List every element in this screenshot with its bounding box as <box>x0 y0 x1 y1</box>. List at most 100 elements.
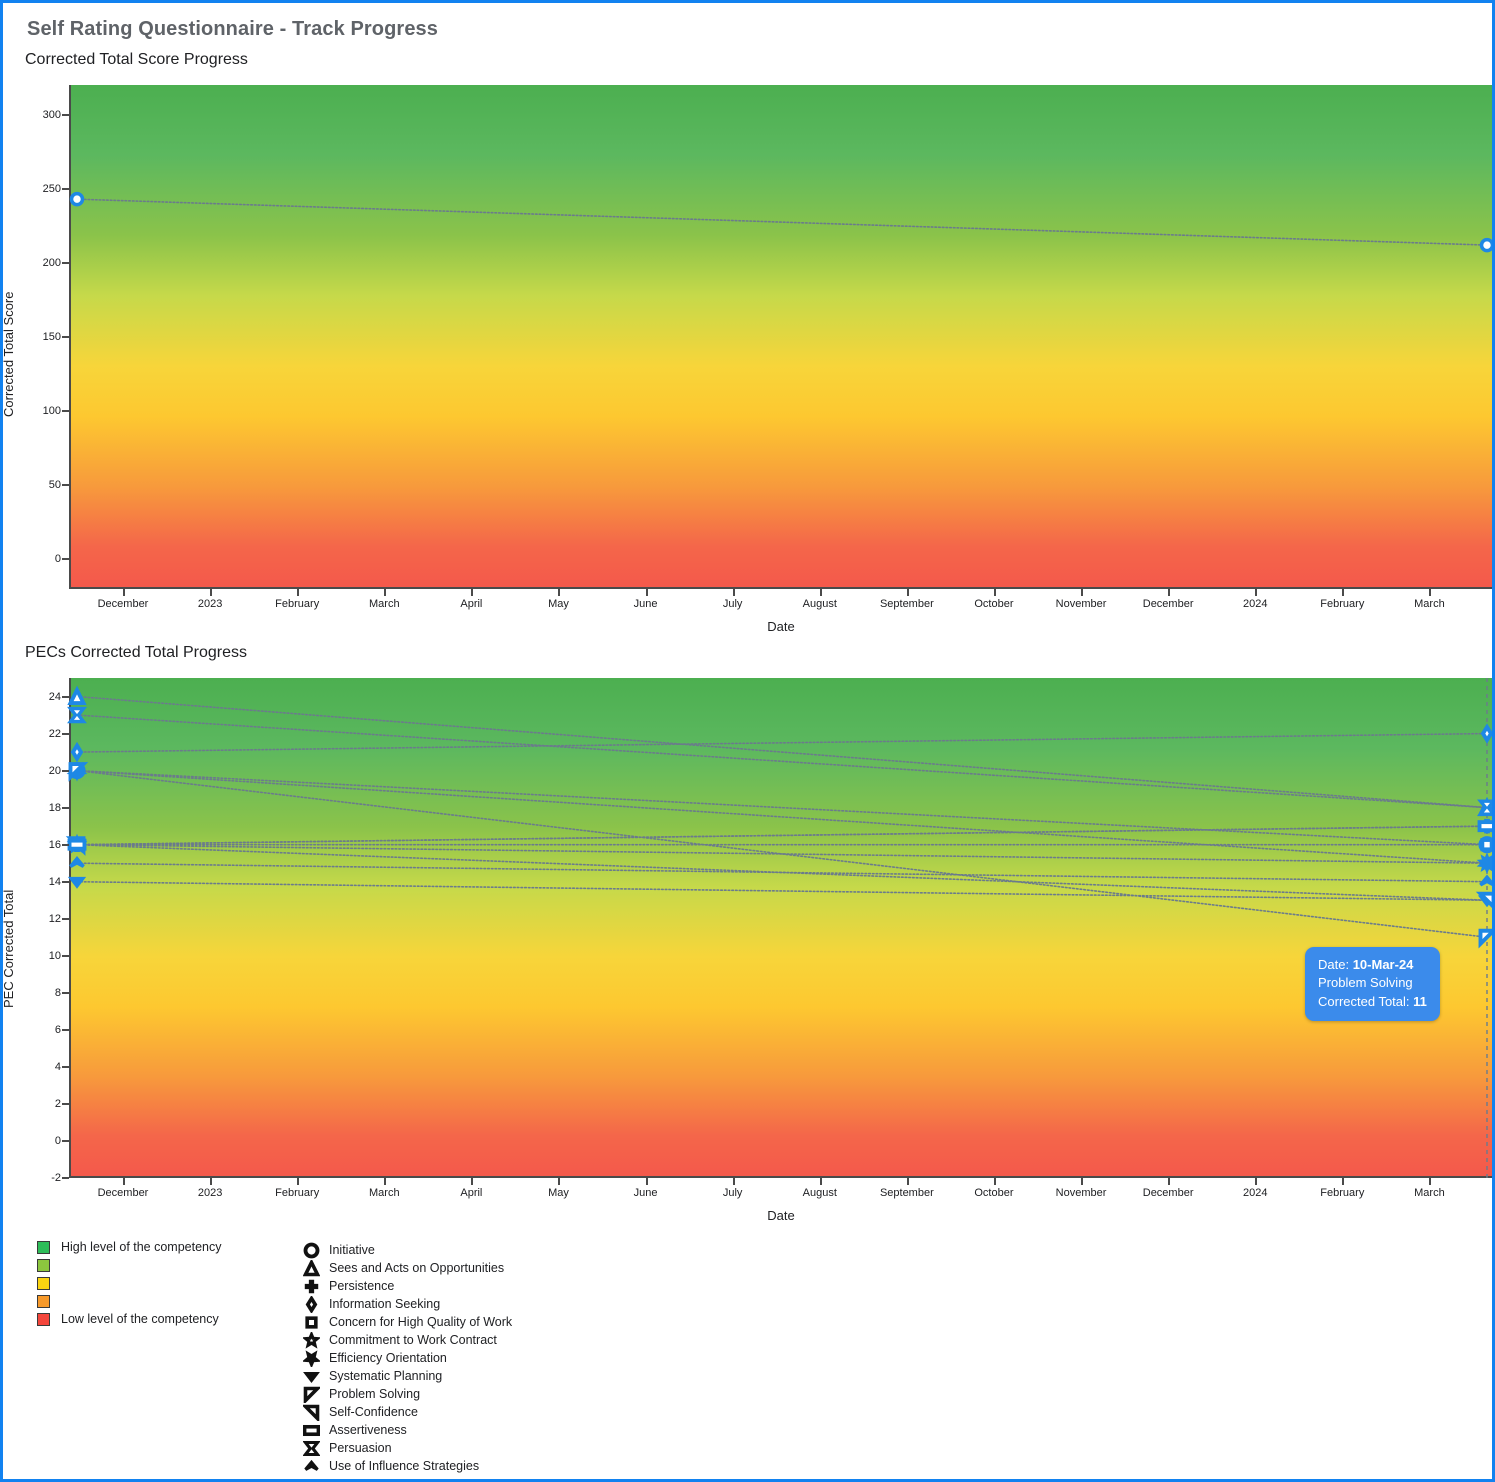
marker-legend-item[interactable]: Initiative <box>303 1241 512 1259</box>
marker-legend-item[interactable]: Efficiency Orientation <box>303 1349 512 1367</box>
y-tick-label: 12 <box>48 912 61 925</box>
small-square-marker-icon <box>303 1314 320 1331</box>
tooltip-value: 11 <box>1413 993 1427 1009</box>
x-tick-mark <box>210 1178 213 1185</box>
y-tick-label: 4 <box>54 1060 61 1073</box>
pecs-corrected-total-plot <box>65 678 1492 1178</box>
marker-legend-label: Concern for High Quality of Work <box>329 1315 513 1329</box>
plus-marker-icon <box>303 1278 320 1295</box>
marker-legend-item[interactable]: Problem Solving <box>303 1385 512 1403</box>
y-tick-label: 300 <box>42 108 61 121</box>
x-tick-mark <box>819 1178 822 1185</box>
marker-legend-item[interactable]: Concern for High Quality of Work <box>303 1313 512 1331</box>
marker-legend-label: Systematic Planning <box>329 1369 443 1383</box>
color-swatch-icon <box>37 1294 50 1308</box>
marker-legend-label: Information Seeking <box>329 1297 441 1311</box>
left-triangle-marker-icon <box>303 1386 320 1403</box>
x-tick-mark <box>1168 1178 1171 1185</box>
y-tick-mark <box>62 1177 69 1179</box>
x-tick-mark <box>210 589 213 596</box>
x-tick-label: November <box>1055 598 1107 610</box>
marker-legend-label: Efficiency Orientation <box>329 1351 447 1365</box>
x-tick-mark <box>297 589 300 596</box>
x-tick-label: May <box>548 598 569 610</box>
star-bottom-marker-icon <box>303 1349 320 1367</box>
track-progress-page: Self Rating Questionnaire - Track Progre… <box>0 0 1495 1482</box>
y-tick-mark <box>62 991 69 994</box>
color-legend-item <box>37 1257 222 1273</box>
tooltip-date-row: Date: 10-Mar-24 <box>1318 956 1427 974</box>
x-tick-mark <box>732 1178 735 1185</box>
y-tick-mark <box>62 954 69 957</box>
marker-legend-item[interactable]: Self-Confidence <box>303 1403 512 1421</box>
x-tick-label: December <box>97 598 149 610</box>
x-tick-label: March <box>1414 1187 1445 1199</box>
color-swatch-icon <box>37 1258 50 1272</box>
color-legend-item: Low level of the competency <box>37 1311 222 1327</box>
x-tick-label: December <box>1142 1187 1194 1199</box>
marker-legend-item[interactable]: Assertiveness <box>303 1421 512 1439</box>
x-tick-mark <box>1429 589 1432 596</box>
chart-2-title: PECs Corrected Total Progress <box>25 644 248 661</box>
y-tick-mark <box>62 1065 69 1068</box>
y-tick-label: 10 <box>48 949 61 962</box>
y-tick-label: 50 <box>48 479 61 492</box>
marker-legend-label: Sees and Acts on Opportunities <box>329 1261 505 1275</box>
x-tick-label: December <box>97 1187 149 1199</box>
x-tick-label: April <box>460 598 483 610</box>
x-tick-mark <box>819 589 822 596</box>
triangle-up-marker-icon <box>303 1259 320 1277</box>
x-tick-mark <box>1342 1178 1345 1185</box>
y-tick-mark <box>62 695 69 698</box>
y-tick-label: 150 <box>42 331 61 343</box>
star-marker-icon <box>303 1331 320 1349</box>
y-tick-mark <box>62 1139 69 1142</box>
x-tick-mark <box>471 589 474 596</box>
y-tick-mark <box>62 732 69 735</box>
chart-tooltip: Date: 10-Mar-24 Problem Solving Correcte… <box>1305 947 1440 1022</box>
y-tick-label: -2 <box>51 1172 61 1184</box>
x-tick-label: April <box>460 1187 483 1199</box>
x-tick-label: August <box>802 1187 837 1199</box>
marker-legend-item[interactable]: Persistence <box>303 1277 512 1295</box>
x-tick-mark <box>906 589 909 596</box>
marker-legend-item[interactable]: Use of Influence Strategies <box>303 1457 512 1475</box>
x-tick-label: February <box>1320 598 1365 610</box>
x-tick-label: September <box>879 1187 934 1199</box>
marker-legend-item[interactable]: Persuasion <box>303 1439 512 1457</box>
corrected-total-score-plot <box>69 85 1492 589</box>
chart-2-x-axis-label: Date <box>767 1208 795 1223</box>
y-tick-mark <box>62 880 69 883</box>
y-tick-label: 16 <box>48 838 61 851</box>
competency-color-legend: High level of the competency Low level of… <box>37 1239 222 1329</box>
color-legend-item <box>37 1293 222 1309</box>
x-tick-label: February <box>1320 1187 1365 1199</box>
y-tick-mark <box>62 917 69 920</box>
circle-marker-icon <box>303 1242 320 1259</box>
x-tick-mark <box>471 1178 474 1185</box>
x-tick-label: 2024 <box>1242 598 1268 610</box>
x-tick-mark <box>1168 589 1171 596</box>
x-tick-label: 2023 <box>197 598 223 610</box>
x-tick-label: November <box>1055 1187 1107 1199</box>
y-tick-mark <box>62 558 69 561</box>
x-tick-label: June <box>633 1187 658 1199</box>
marker-legend-item[interactable]: Commitment to Work Contract <box>303 1331 512 1349</box>
y-tick-label: 0 <box>54 1134 61 1147</box>
pec-marker-legend: Initiative Sees and Acts on Opportunities… <box>303 1241 512 1475</box>
x-tick-label: February <box>275 1187 320 1199</box>
marker-legend-item[interactable]: Information Seeking <box>303 1295 512 1313</box>
y-tick-mark <box>62 843 69 846</box>
marker-legend-label: Initiative <box>329 1243 375 1257</box>
x-tick-mark <box>122 589 125 596</box>
x-tick-mark <box>297 1178 300 1185</box>
color-legend-label: High level of the competency <box>61 1240 222 1254</box>
x-tick-label: October <box>974 598 1014 610</box>
x-tick-mark <box>645 589 648 596</box>
x-tick-label: July <box>722 598 743 610</box>
chart-1-x-axis-label: Date <box>767 619 795 634</box>
y-tick-mark <box>62 1028 69 1031</box>
marker-legend-item[interactable]: Systematic Planning <box>303 1367 512 1385</box>
color-swatch-icon <box>37 1276 50 1290</box>
marker-legend-item[interactable]: Sees and Acts on Opportunities <box>303 1259 512 1277</box>
